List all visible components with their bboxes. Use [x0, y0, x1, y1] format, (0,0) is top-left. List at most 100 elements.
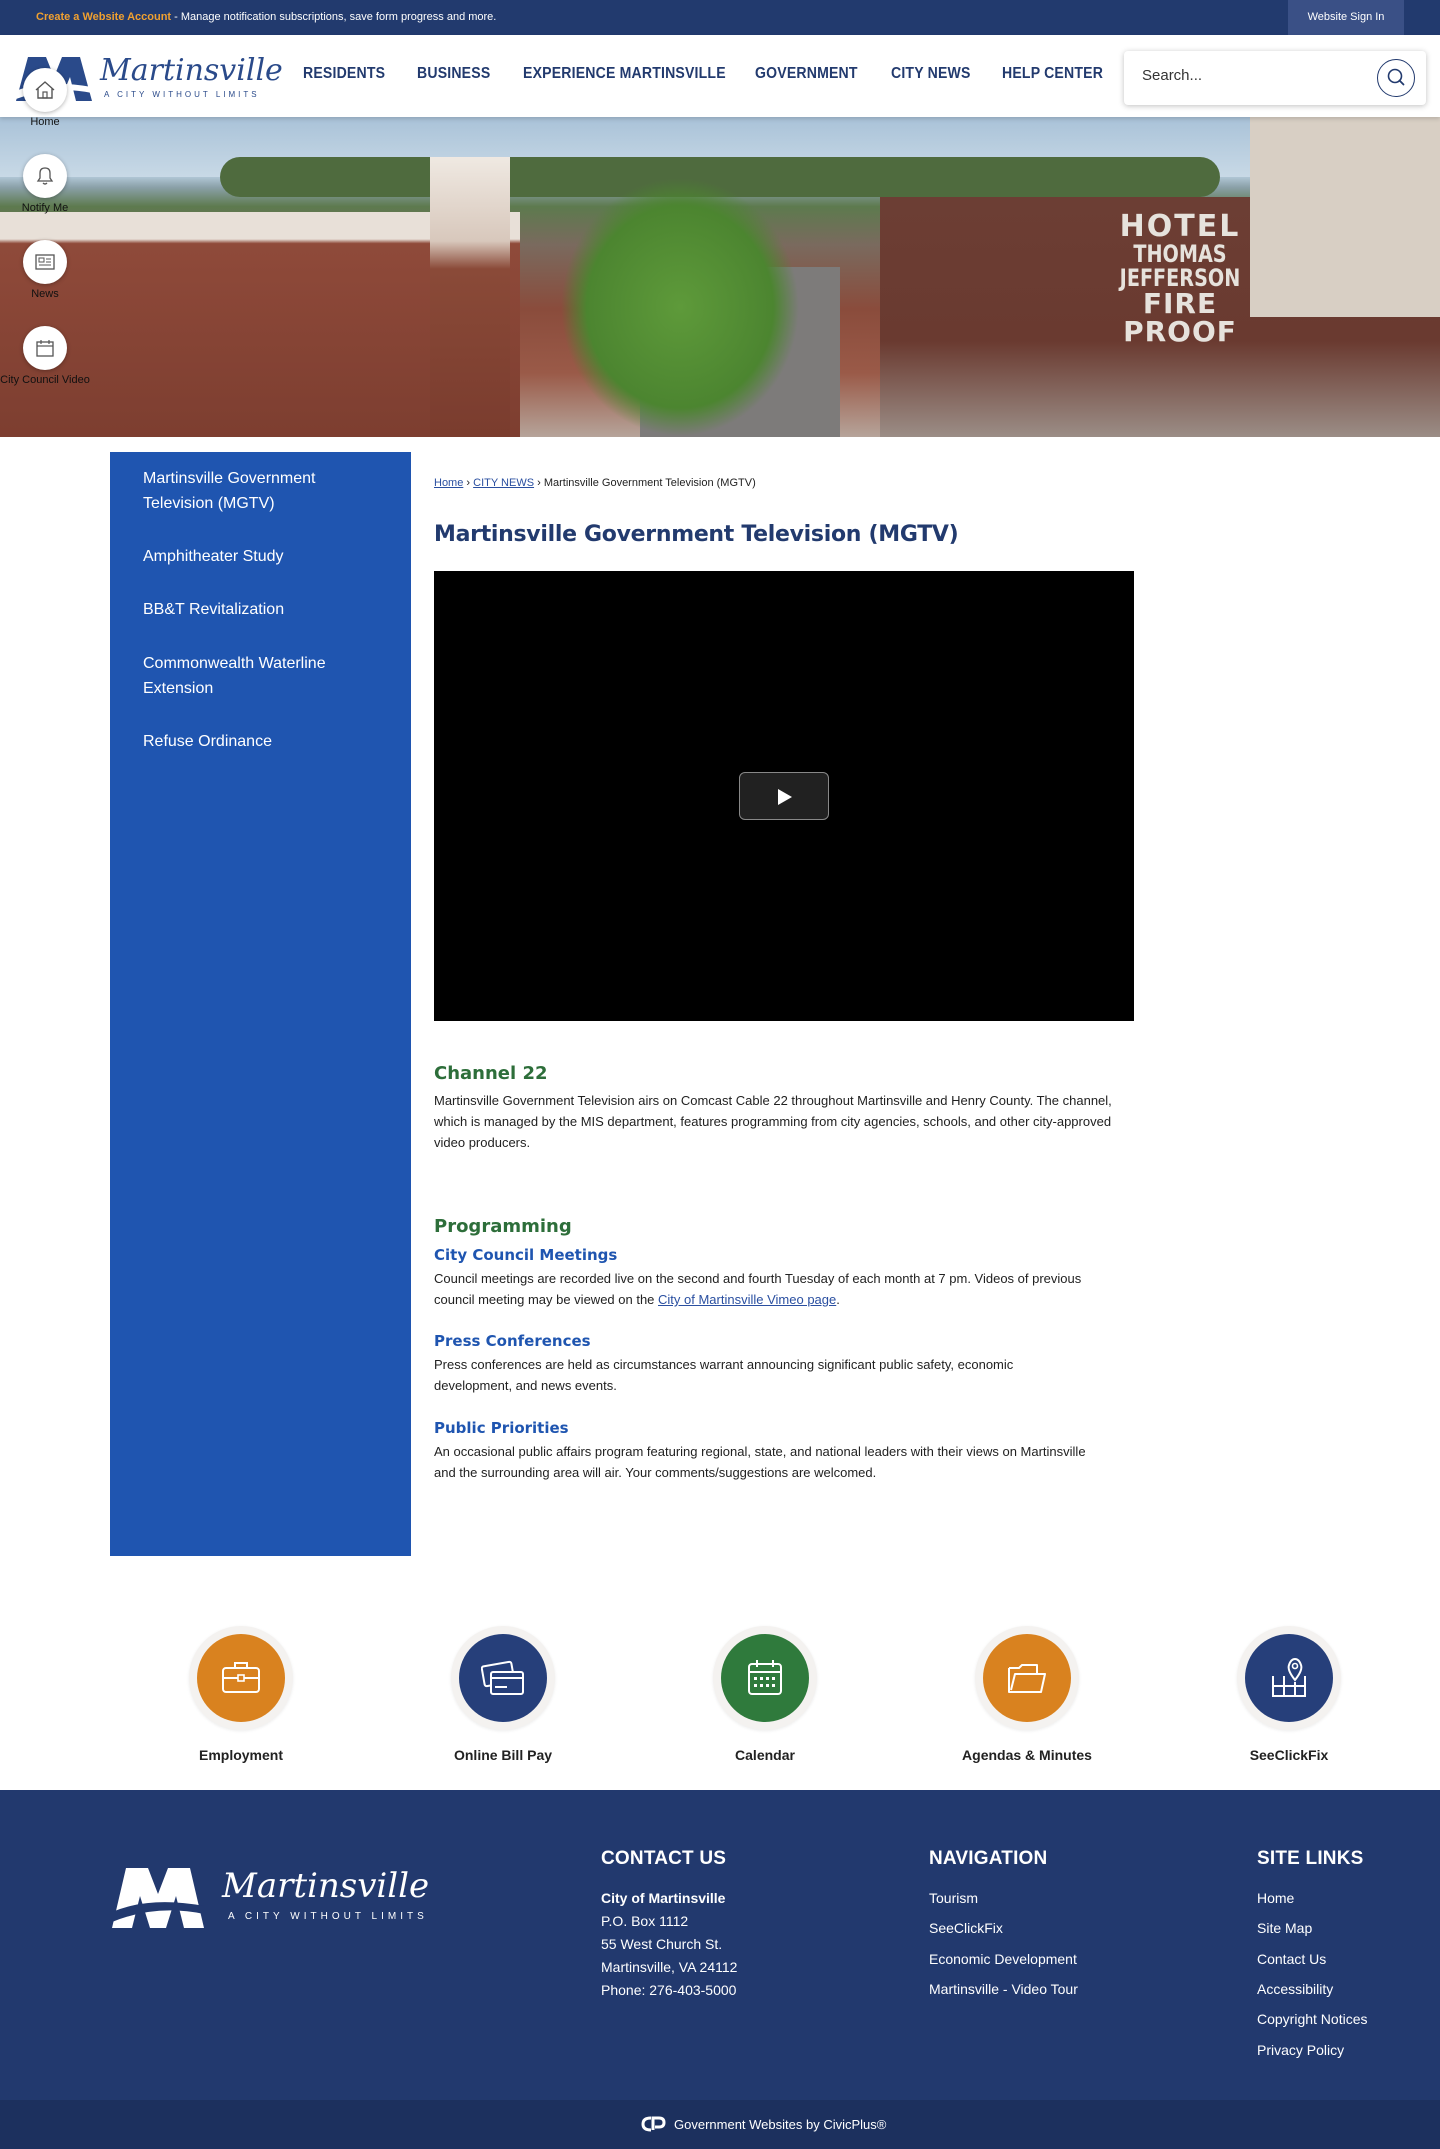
footer-contact-city: Martinsville, VA 24112: [601, 1959, 738, 1975]
footer-nav-video-tour[interactable]: Martinsville - Video Tour: [929, 1981, 1078, 1997]
search-box: [1124, 51, 1426, 105]
utility-bar: Create a Website Account - Manage notifi…: [0, 0, 1440, 35]
home-icon: [35, 81, 55, 99]
rail-notify-circle: [23, 154, 67, 198]
priorities-text: An occasional public affairs program fea…: [434, 1444, 1086, 1480]
rail-council-label: City Council Video: [0, 374, 90, 386]
footer-navigation: NAVIGATION Tourism SeeClickFix Economic …: [929, 1848, 1078, 1997]
bell-icon: [36, 167, 54, 185]
sidebar-item-bbt-revitalization[interactable]: BB&T Revitalization: [143, 597, 383, 622]
footer-contact-name: City of Martinsville: [601, 1890, 726, 1906]
quicklink-calendar-ring: [705, 1626, 825, 1746]
nav-business[interactable]: BUSINESS: [417, 65, 490, 83]
footer-nav-economic-development[interactable]: Economic Development: [929, 1951, 1077, 1967]
quicklink-seeclickfix-ring: [1229, 1626, 1349, 1746]
vimeo-link[interactable]: City of Martinsville Vimeo page: [658, 1292, 836, 1307]
footer-nav-tourism[interactable]: Tourism: [929, 1890, 978, 1906]
site-header: Martinsville A CITY WITHOUT LIMITS RESID…: [0, 35, 1440, 117]
quicklink-agendas-ring: [967, 1626, 1087, 1746]
quicklink-calendar-label: Calendar: [735, 1747, 795, 1763]
logo-wordmark: Martinsville: [100, 53, 283, 88]
footer-link-privacy[interactable]: Privacy Policy: [1257, 2042, 1344, 2058]
footer-link-site-map[interactable]: Site Map: [1257, 1920, 1312, 1936]
rail-notify-label: Notify Me: [21, 202, 69, 214]
council-heading: City Council Meetings: [434, 1246, 618, 1264]
map-pin-icon: [1272, 1657, 1306, 1697]
footer-site-links: SITE LINKS Home Site Map Contact Us Acce…: [1257, 1848, 1368, 2058]
website-sign-in-button[interactable]: Website Sign In: [1288, 0, 1404, 35]
civicplus-logo-icon: [641, 2116, 666, 2132]
folder-icon: [1008, 1664, 1046, 1693]
search-icon: [1387, 68, 1405, 86]
credit-card-icon: [481, 1660, 524, 1695]
footer-contact-phone[interactable]: Phone: 276-403-5000: [601, 1982, 736, 1998]
footer-link-accessibility[interactable]: Accessibility: [1257, 1981, 1333, 1997]
nav-residents[interactable]: RESIDENTS: [303, 65, 385, 83]
hotel-sign-line3: FIRE PROOF: [1123, 287, 1237, 348]
play-button[interactable]: [739, 772, 829, 820]
footer-logo[interactable]: Martinsville A CITY WITHOUT LIMITS: [110, 1862, 450, 1932]
rail-home-label: Home: [30, 116, 60, 128]
rail-council-circle: [23, 326, 67, 370]
hero-banner: HOTEL THOMAS JEFFERSON FIRE PROOF: [0, 117, 1440, 437]
sidebar-item-amphitheater-study[interactable]: Amphitheater Study: [143, 544, 383, 569]
channel-text: Martinsville Government Television airs …: [434, 1093, 1112, 1150]
press-text: Press conferences are held as circumstan…: [434, 1357, 1014, 1393]
hero-building-far-right: [1250, 117, 1440, 317]
section-sidebar: Martinsville Government Television (MGTV…: [110, 452, 411, 1556]
play-icon: [778, 789, 792, 805]
nav-city-news[interactable]: CITY NEWS: [891, 65, 971, 83]
footer-contact-po: P.O. Box 1112: [601, 1913, 689, 1929]
footer-site-links-heading: SITE LINKS: [1257, 1848, 1364, 1869]
logo-mark-icon: [112, 1868, 204, 1928]
nav-experience-martinsville[interactable]: EXPERIENCE MARTINSVILLE: [523, 65, 726, 83]
nav-help-center[interactable]: HELP CENTER: [1002, 65, 1103, 83]
account-notice: Create a Website Account - Manage notifi…: [36, 11, 496, 23]
breadcrumb-city-news[interactable]: CITY NEWS: [473, 477, 534, 489]
quicklink-employment-ring: [181, 1626, 301, 1746]
create-account-link[interactable]: Create a Website Account: [36, 11, 171, 23]
council-text-end: .: [836, 1292, 840, 1307]
breadcrumb-separator: ›: [463, 477, 474, 489]
rail-news-label: News: [31, 288, 59, 300]
briefcase-icon: [222, 1662, 260, 1693]
sidebar-item-mgtv[interactable]: Martinsville Government Television (MGTV…: [143, 466, 383, 516]
breadcrumb-home[interactable]: Home: [434, 477, 463, 489]
channel-heading: Channel 22: [434, 1063, 548, 1084]
breadcrumb-current: Martinsville Government Television (MGTV…: [543, 477, 756, 489]
press-heading: Press Conferences: [434, 1332, 591, 1350]
rail-news-circle: [23, 240, 67, 284]
video-player[interactable]: [434, 571, 1134, 1021]
search-button[interactable]: [1377, 59, 1415, 97]
hero-tree: [560, 177, 800, 437]
sidebar-item-commonwealth-waterline[interactable]: Commonwealth Waterline Extension: [143, 651, 383, 701]
calendar-icon: [748, 1660, 782, 1695]
quicklink-employment-label: Employment: [198, 1747, 283, 1763]
footer-navigation-heading: NAVIGATION: [929, 1848, 1048, 1869]
footer-logo-tagline: A CITY WITHOUT LIMITS: [228, 1911, 428, 1922]
footer-nav-seeclickfix[interactable]: SeeClickFix: [929, 1920, 1003, 1936]
hotel-sign-line1: HOTEL: [1119, 209, 1241, 244]
page-title: Martinsville Government Television (MGTV…: [434, 522, 959, 547]
programming-heading: Programming: [434, 1216, 572, 1237]
footer-contact: CONTACT US City of Martinsville P.O. Box…: [601, 1848, 737, 1998]
nav-government[interactable]: GOVERNMENT: [755, 65, 858, 83]
breadcrumb-separator: ›: [534, 477, 544, 489]
quicklink-billpay-ring: [443, 1626, 563, 1746]
search-input[interactable]: [1142, 67, 1372, 84]
calendar-icon: [36, 340, 54, 357]
account-notice-text: - Manage notification subscriptions, sav…: [171, 11, 497, 23]
quicklink-seeclickfix-label: SeeClickFix: [1249, 1747, 1329, 1763]
civicplus-credit-link[interactable]: Government Websites by CivicPlus®: [674, 2117, 886, 2132]
sidebar-item-refuse-ordinance[interactable]: Refuse Ordinance: [143, 729, 383, 754]
council-text: Council meetings are recorded live on th…: [434, 1268, 1114, 1310]
footer-logo-wordmark: Martinsville: [222, 1866, 430, 1906]
footer-link-home[interactable]: Home: [1257, 1890, 1294, 1906]
footer-link-copyright[interactable]: Copyright Notices: [1257, 2011, 1368, 2027]
hero-building-cornice: [430, 157, 510, 437]
quicklink-billpay-label: Online Bill Pay: [453, 1747, 553, 1763]
newspaper-icon: [35, 254, 55, 270]
footer-link-contact-us[interactable]: Contact Us: [1257, 1951, 1326, 1967]
credit-bar: Government Websites by CivicPlus®: [0, 2100, 1440, 2149]
logo-tagline: A CITY WITHOUT LIMITS: [104, 90, 260, 99]
